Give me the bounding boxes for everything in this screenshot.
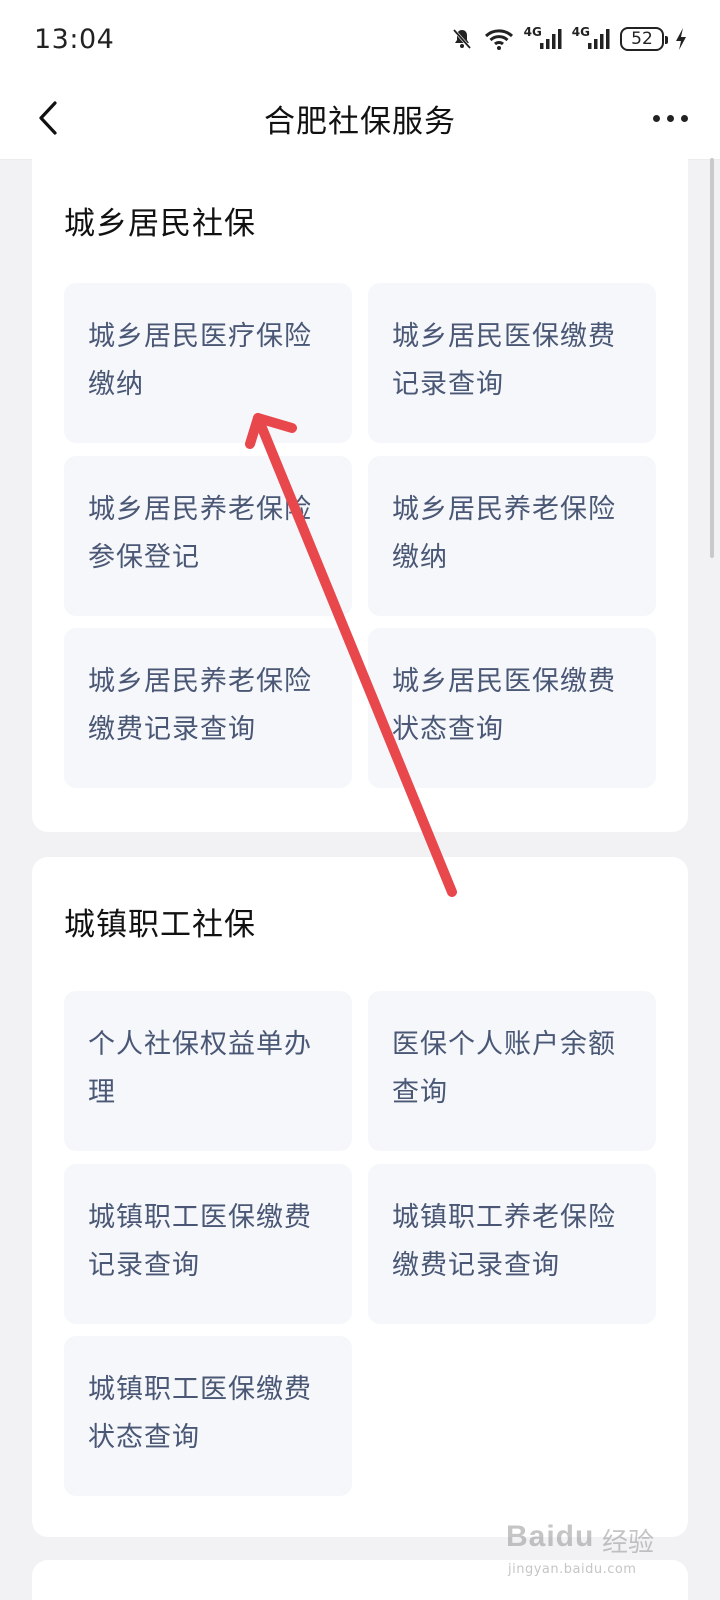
tile-label-line: 城乡居民养老保险 — [88, 666, 312, 697]
service-tile[interactable]: 个人社保权益单办 理 — [64, 991, 352, 1151]
tile-label-line: 城乡居民医保缴费 — [392, 321, 616, 352]
tile-label-line: 参保登记 — [88, 542, 200, 573]
service-tile[interactable]: 医保个人账户余额 查询 — [368, 991, 656, 1151]
chevron-left-icon[interactable] — [28, 98, 68, 138]
status-bar: 13:04 4G 4G 52 — [0, 0, 720, 78]
section-title: 城镇职工社保 — [64, 907, 256, 943]
tile-label-line: 缴费记录查询 — [88, 714, 256, 745]
tile-label-line: 城乡居民养老保险 — [392, 494, 616, 525]
service-tile[interactable]: 城乡居民医疗保险 缴纳 — [64, 283, 352, 443]
tile-label-line: 城乡居民医疗保险 — [88, 321, 312, 352]
tile-label-line: 城乡居民养老保险 — [88, 494, 312, 525]
tile-label-line: 状态查询 — [392, 714, 504, 745]
watermark-url: jingyan.baidu.com — [508, 1562, 637, 1577]
watermark-suffix: 经验 — [602, 1528, 655, 1558]
tile-label-line: 状态查询 — [88, 1422, 200, 1453]
tile-label-line: 查询 — [392, 1077, 448, 1108]
watermark-brand: Baidu — [506, 1520, 595, 1553]
tile-label-line: 缴纳 — [392, 542, 448, 573]
page-title: 合肥社保服务 — [264, 104, 456, 140]
tile-label-line: 城镇职工养老保险 — [392, 1202, 616, 1233]
section-card-rural-residents: 城乡居民社保 城乡居民医疗保险 缴纳 城乡居民医保缴费 记录查询 城乡居民养老保… — [32, 140, 688, 832]
tile-label-line: 城镇职工医保缴费 — [88, 1374, 312, 1405]
tile-label-line: 缴费记录查询 — [392, 1250, 560, 1281]
section-title: 城乡居民社保 — [64, 206, 256, 242]
service-tile[interactable]: 城镇职工养老保险 缴费记录查询 — [368, 1164, 656, 1324]
service-tile[interactable]: 城乡居民养老保险 缴费记录查询 — [64, 628, 352, 788]
service-tile[interactable]: 城乡居民养老保险 参保登记 — [64, 456, 352, 616]
battery-level: 52 — [631, 28, 653, 49]
tile-label-line: 城镇职工医保缴费 — [88, 1202, 312, 1233]
mute-bell-icon — [450, 27, 474, 51]
service-tile[interactable]: 城乡居民医保缴费 记录查询 — [368, 283, 656, 443]
tile-label-line: 个人社保权益单办 — [88, 1029, 312, 1060]
service-tile[interactable]: 城镇职工医保缴费 状态查询 — [64, 1336, 352, 1496]
signal-icon: 4G — [572, 25, 610, 51]
charging-icon — [674, 27, 688, 51]
service-tile[interactable]: 城镇职工医保缴费 记录查询 — [64, 1164, 352, 1324]
watermark: Baidu 经验 jingyan.baidu.com — [506, 1514, 686, 1584]
service-tile[interactable]: 城乡居民医保缴费 状态查询 — [368, 628, 656, 788]
signal-icon: 4G — [524, 25, 562, 51]
status-time: 13:04 — [34, 23, 115, 55]
tile-label-line: 医保个人账户余额 — [392, 1029, 616, 1060]
service-tile[interactable]: 城乡居民养老保险 缴纳 — [368, 456, 656, 616]
tile-label-line: 缴纳 — [88, 369, 144, 400]
more-dots-icon[interactable] — [646, 102, 694, 134]
battery-icon: 52 — [620, 27, 668, 51]
tile-label-line: 记录查询 — [88, 1250, 200, 1281]
wifi-icon — [484, 27, 514, 51]
tile-label-line: 记录查询 — [392, 369, 504, 400]
tile-label-line: 城乡居民医保缴费 — [392, 666, 616, 697]
scrollbar[interactable] — [710, 158, 714, 558]
section-card-urban-employees: 城镇职工社保 个人社保权益单办 理 医保个人账户余额 查询 城镇职工医保缴费 记… — [32, 857, 688, 1537]
status-icons: 4G 4G 52 — [450, 25, 688, 51]
tile-label-line: 理 — [88, 1077, 116, 1108]
